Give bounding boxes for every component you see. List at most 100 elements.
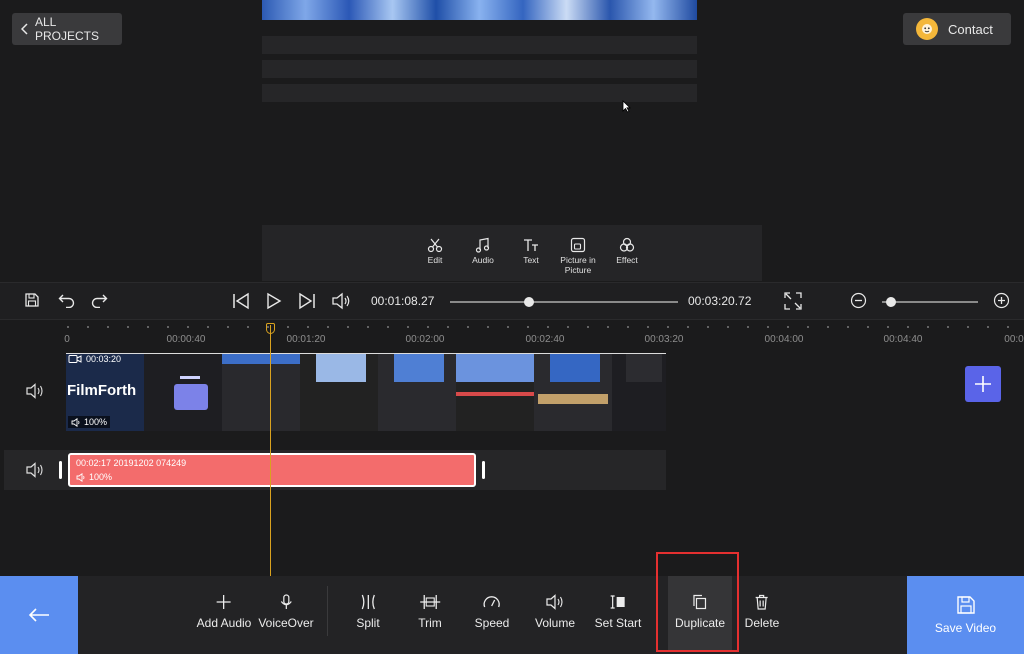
ruler-tick — [727, 326, 729, 328]
tool-picture-in-picture[interactable]: Picture in Picture — [558, 237, 598, 275]
ruler-tick — [707, 326, 709, 328]
playhead[interactable] — [270, 325, 271, 576]
video-track-speaker-icon[interactable] — [25, 383, 45, 399]
seek-bar[interactable] — [450, 301, 678, 303]
ruler-tick — [907, 326, 909, 328]
seek-handle[interactable] — [524, 297, 534, 307]
tick-label: 00:03:20 — [644, 334, 684, 345]
action-label: Delete — [744, 616, 780, 630]
preview-placeholder-bar — [262, 84, 697, 102]
speedometer-icon — [483, 594, 501, 610]
preview-placeholder-bar — [262, 36, 697, 54]
tool-label: Effect — [616, 255, 638, 265]
save-project-icon[interactable] — [24, 292, 40, 308]
timeline[interactable]: 0 00:00:40 00:01:20 00:02:00 00:02:40 00… — [0, 320, 1024, 576]
trim-button[interactable]: Trim — [418, 594, 442, 630]
set-start-button[interactable]: Set Start — [595, 594, 641, 630]
ruler-tick — [967, 326, 969, 328]
ruler-tick — [427, 326, 429, 328]
ruler-tick — [247, 326, 249, 328]
action-label: Volume — [534, 616, 576, 630]
ruler-tick — [667, 326, 669, 328]
video-frame — [300, 354, 378, 431]
ruler-tick — [487, 326, 489, 328]
tool-text[interactable]: Text — [519, 237, 543, 265]
tick-label: 0 — [64, 334, 70, 345]
split-button[interactable]: Split — [356, 594, 380, 630]
video-frame — [534, 354, 612, 431]
music-note-icon — [475, 237, 491, 255]
ruler-tick — [167, 326, 169, 328]
skip-back-icon[interactable] — [232, 292, 250, 310]
audio-track-speaker-icon[interactable] — [25, 462, 45, 478]
ruler-tick — [67, 326, 69, 328]
tool-effect[interactable]: Effect — [614, 237, 640, 265]
audio-trim-handle-right[interactable] — [482, 461, 485, 479]
ruler-tick — [687, 326, 689, 328]
save-video-label: Save Video — [934, 621, 997, 635]
trash-icon — [754, 594, 770, 610]
all-projects-button[interactable]: ALL PROJECTS — [12, 13, 122, 45]
effect-icon — [619, 237, 635, 255]
tick-label: 00:02:00 — [405, 334, 445, 345]
save-icon — [956, 595, 976, 615]
video-frame — [612, 354, 666, 431]
ruler-tick — [287, 326, 289, 328]
chevron-left-icon — [21, 23, 29, 35]
play-icon[interactable] — [266, 292, 282, 310]
playhead-handle[interactable] — [266, 323, 275, 334]
total-time: 00:03:20.72 — [688, 294, 752, 308]
action-label: VoiceOver — [258, 616, 314, 630]
ruler-tick — [87, 326, 89, 328]
ruler-tick — [827, 326, 829, 328]
ruler-tick — [747, 326, 749, 328]
audio-clip[interactable]: 00:02:17 20191202 074249 100% — [68, 453, 476, 487]
action-label: Trim — [418, 616, 442, 630]
split-icon — [359, 594, 377, 610]
zoom-in-icon[interactable] — [993, 292, 1010, 309]
plus-icon — [216, 594, 232, 610]
ruler-tick — [147, 326, 149, 328]
save-video-button[interactable]: Save Video — [907, 576, 1024, 654]
zoom-handle[interactable] — [886, 297, 896, 307]
action-toolbar: Add Audio VoiceOver Split Trim Speed Vol… — [0, 576, 1024, 654]
add-track-button[interactable] — [965, 366, 1001, 402]
ruler-tick — [527, 326, 529, 328]
ruler-tick — [467, 326, 469, 328]
undo-icon[interactable] — [58, 292, 76, 308]
speed-button[interactable]: Speed — [474, 594, 510, 630]
tool-label: Audio — [472, 255, 494, 265]
volume-button[interactable]: Volume — [535, 594, 575, 630]
zoom-slider[interactable] — [882, 301, 978, 303]
voiceover-button[interactable]: VoiceOver — [258, 594, 314, 630]
speaker-icon — [76, 472, 86, 482]
redo-icon[interactable] — [90, 292, 108, 308]
ruler-tick — [207, 326, 209, 328]
video-frame — [222, 354, 300, 431]
tool-audio[interactable]: Audio — [468, 237, 498, 265]
audio-trim-handle-left[interactable] — [59, 461, 62, 479]
tick-label: 00:04:40 — [883, 334, 923, 345]
ruler-tick — [127, 326, 129, 328]
ruler-tick — [387, 326, 389, 328]
add-audio-button[interactable]: Add Audio — [197, 594, 251, 630]
tool-edit[interactable]: Edit — [422, 237, 448, 265]
contact-button[interactable]: Contact — [903, 13, 1011, 45]
delete-button[interactable]: Delete — [744, 594, 780, 630]
arrow-left-icon — [28, 607, 50, 623]
ruler-tick — [567, 326, 569, 328]
ruler-tick — [327, 326, 329, 328]
zoom-out-icon[interactable] — [850, 292, 867, 309]
skip-forward-icon[interactable] — [298, 292, 316, 310]
ruler-tick — [547, 326, 549, 328]
mouse-cursor-icon — [622, 100, 631, 113]
back-button[interactable] — [0, 576, 78, 654]
audio-clip-meta: 00:02:17 20191202 074249 — [76, 458, 187, 468]
action-label: Speed — [474, 616, 510, 630]
tick-label: 00:04:00 — [764, 334, 804, 345]
video-clip[interactable] — [66, 353, 666, 431]
volume-icon[interactable] — [331, 292, 351, 310]
fullscreen-icon[interactable] — [784, 292, 802, 310]
plus-icon — [974, 375, 992, 393]
ruler-tick — [347, 326, 349, 328]
